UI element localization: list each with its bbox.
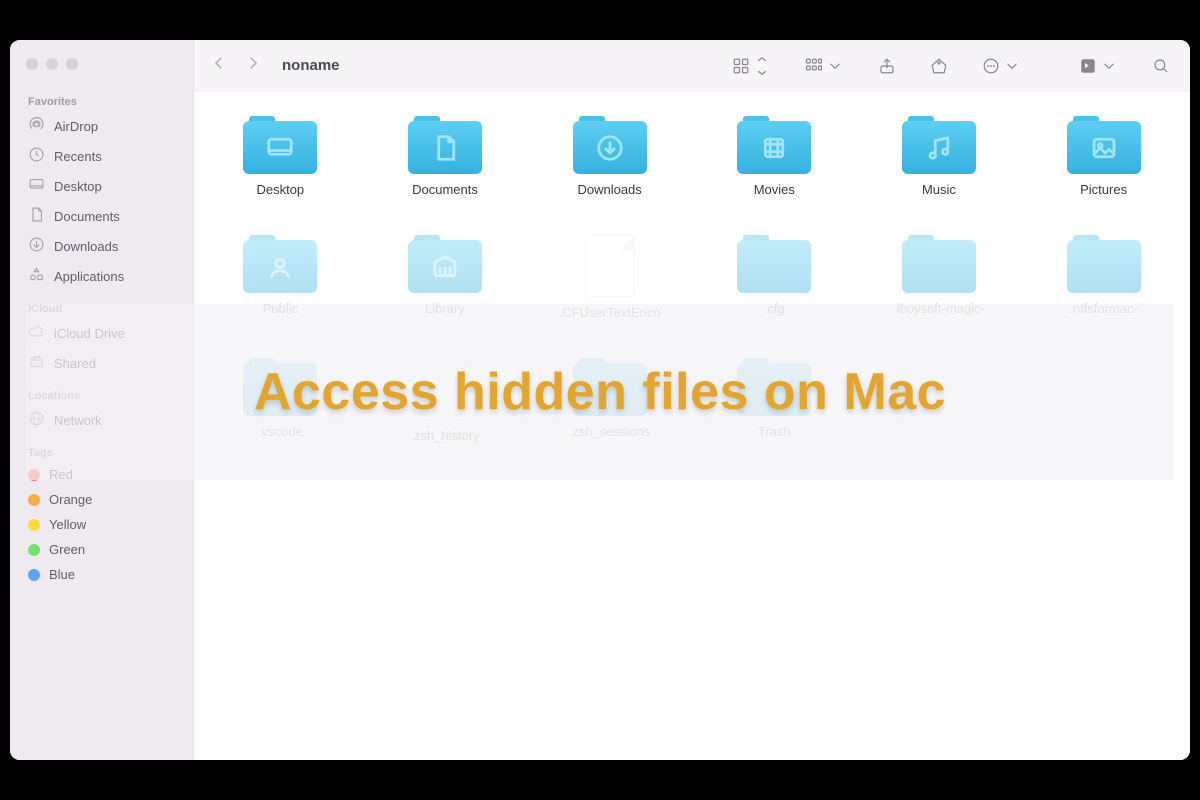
sidebar-item-yellow[interactable]: Yellow	[10, 512, 193, 537]
folder-icon	[243, 116, 317, 174]
section-header-favorites: Favorites	[10, 90, 193, 111]
sidebar-item-airdrop[interactable]: AirDrop	[10, 111, 193, 141]
folder-icon	[408, 116, 482, 174]
action-menu-button[interactable]	[978, 53, 1025, 79]
sidebar-item-downloads[interactable]: Downloads	[10, 231, 193, 261]
folder-icon	[408, 235, 482, 293]
folder-icon	[243, 235, 317, 293]
tag-dot-icon	[28, 544, 40, 556]
folder-icon	[1067, 116, 1141, 174]
window-title: noname	[282, 57, 340, 74]
close-dot[interactable]	[26, 58, 38, 70]
sidebar-item-label: Yellow	[49, 517, 86, 532]
sidebar-item-label: Documents	[54, 209, 120, 224]
folder-icon	[902, 116, 976, 174]
sidebar-item-label: Blue	[49, 567, 75, 582]
sidebar-item-label: Downloads	[54, 239, 118, 254]
grid-item[interactable]: Music	[865, 116, 1013, 197]
folder-icon	[737, 235, 811, 293]
section-favorites: Favorites AirDrop Recents Desktop Documents…	[10, 90, 193, 291]
folder-icon	[1067, 235, 1141, 293]
tags-button[interactable]	[926, 53, 952, 79]
search-button[interactable]	[1148, 53, 1174, 79]
sidebar-item-blue[interactable]: Blue	[10, 562, 193, 587]
grid-item[interactable]: Desktop	[206, 116, 354, 197]
minimize-dot[interactable]	[46, 58, 58, 70]
sidebar-item-desktop[interactable]: Desktop	[10, 171, 193, 201]
sidebar-item-green[interactable]: Green	[10, 537, 193, 562]
group-button[interactable]	[801, 53, 848, 79]
doc-icon	[28, 206, 45, 226]
sidebar-item-label: AirDrop	[54, 119, 98, 134]
sidebar-item-label: Green	[49, 542, 85, 557]
grid-item[interactable]: Downloads	[536, 116, 684, 197]
file-icon	[585, 235, 635, 297]
grid-item[interactable]: Pictures	[1030, 116, 1178, 197]
grid-item[interactable]: Movies	[700, 116, 848, 197]
download-icon	[28, 236, 45, 256]
back-button[interactable]	[210, 54, 228, 77]
zoom-dot[interactable]	[66, 58, 78, 70]
airdrop-icon	[28, 116, 45, 136]
sidebar-item-documents[interactable]: Documents	[10, 201, 193, 231]
grid-item-label: Desktop	[256, 182, 304, 197]
grid-item-label: Documents	[412, 182, 478, 197]
grid-item-label: Movies	[754, 182, 795, 197]
grid-item[interactable]: Documents	[371, 116, 519, 197]
desktop-icon	[28, 176, 45, 196]
apps-icon	[28, 266, 45, 286]
tag-dot-icon	[28, 569, 40, 581]
sidebar-item-orange[interactable]: Orange	[10, 487, 193, 512]
folder-icon	[737, 116, 811, 174]
grid-item-label: Pictures	[1080, 182, 1127, 197]
window-controls[interactable]	[10, 54, 193, 84]
view-icons-button[interactable]	[728, 53, 775, 79]
sidebar-item-label: Desktop	[54, 179, 102, 194]
share-button[interactable]	[874, 53, 900, 79]
grid-item-label: Downloads	[577, 182, 641, 197]
banner-text: Access hidden files on Mac	[254, 362, 946, 422]
dropzone-button[interactable]	[1075, 53, 1122, 79]
overlay-banner: Access hidden files on Mac	[26, 304, 1174, 480]
sidebar-item-recents[interactable]: Recents	[10, 141, 193, 171]
forward-button[interactable]	[244, 54, 262, 77]
toolbar: noname	[194, 40, 1190, 92]
sidebar-item-label: Orange	[49, 492, 92, 507]
clock-icon	[28, 146, 45, 166]
tag-dot-icon	[28, 494, 40, 506]
sidebar-item-label: Recents	[54, 149, 102, 164]
folder-icon	[573, 116, 647, 174]
sidebar-item-applications[interactable]: Applications	[10, 261, 193, 291]
sidebar-item-label: Applications	[54, 269, 124, 284]
tag-dot-icon	[28, 519, 40, 531]
grid-item-label: Music	[922, 182, 956, 197]
folder-icon	[902, 235, 976, 293]
